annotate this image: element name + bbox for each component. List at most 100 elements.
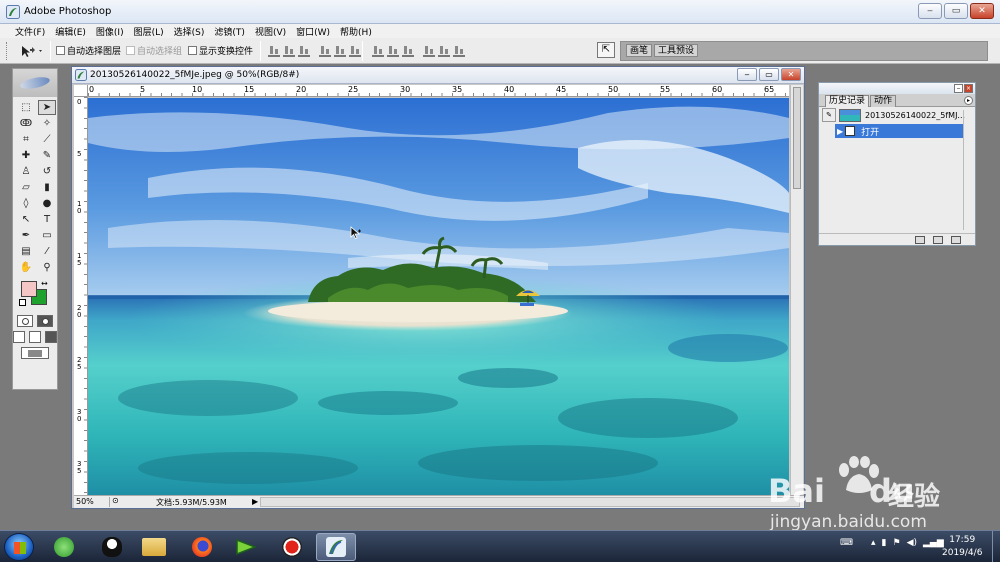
magic-wand-icon[interactable]: ✧ xyxy=(38,116,56,131)
clone-stamp-icon[interactable]: ♙ xyxy=(17,164,35,179)
crop-icon[interactable]: ⌗ xyxy=(17,132,35,147)
taskbar-app-qq[interactable] xyxy=(92,533,132,561)
tab-history[interactable]: 历史记录 xyxy=(825,95,870,107)
align-bottom-icon[interactable] xyxy=(298,43,310,57)
menu-layer[interactable]: 图层(L) xyxy=(129,24,169,38)
signal-icon[interactable]: ▂▄▆ xyxy=(923,538,944,548)
history-brush-source-icon[interactable]: ✎ xyxy=(822,108,836,122)
new-document-from-state-icon[interactable] xyxy=(915,236,925,244)
close-button[interactable]: ✕ xyxy=(970,3,994,19)
keyboard-icon[interactable]: ⌨ xyxy=(840,538,853,548)
hand-icon[interactable]: ✋ xyxy=(17,260,35,275)
show-transform-checkbox[interactable] xyxy=(188,46,197,55)
align-left-icon[interactable] xyxy=(319,43,331,57)
history-state-open[interactable]: ▶ 打开 xyxy=(835,124,963,138)
distribute-hcenter-icon[interactable] xyxy=(438,43,450,57)
history-scrollbar[interactable] xyxy=(963,110,973,230)
distribute-vcenter-icon[interactable] xyxy=(387,43,399,57)
healing-brush-icon[interactable]: ✚ xyxy=(17,148,35,163)
shape-icon[interactable]: ▭ xyxy=(38,228,56,243)
default-colors-icon[interactable] xyxy=(19,299,26,306)
move-tool-icon[interactable]: ➤ xyxy=(38,100,56,115)
new-snapshot-icon[interactable] xyxy=(933,236,943,244)
standard-mode-button[interactable] xyxy=(17,315,33,327)
image-canvas[interactable] xyxy=(88,98,789,495)
palette-menu-icon[interactable]: ▸ xyxy=(964,96,973,105)
screen-mode-full-menu-button[interactable] xyxy=(29,331,41,343)
pen-icon[interactable]: ✒ xyxy=(17,228,35,243)
history-snapshot[interactable]: ✎ 20130526140022_5fMJ... xyxy=(819,107,975,123)
doc-close-button[interactable]: ✕ xyxy=(781,68,801,81)
menu-window[interactable]: 窗口(W) xyxy=(291,24,335,38)
horizontal-ruler[interactable]: 0 5 10 15 20 25 30 35 40 45 50 55 60 65 xyxy=(88,85,789,97)
slice-icon[interactable]: ⟋ xyxy=(38,132,56,147)
history-palette-titlebar[interactable]: ‒ × xyxy=(819,83,975,94)
volume-icon[interactable]: ◀) xyxy=(907,538,917,548)
doc-maximize-button[interactable]: ▭ xyxy=(759,68,779,81)
menu-view[interactable]: 视图(V) xyxy=(250,24,291,38)
taskbar-app-recorder[interactable] xyxy=(272,533,312,561)
well-tab-tool-presets[interactable]: 工具预设 xyxy=(654,44,699,57)
gradient-icon[interactable]: ▮ xyxy=(38,180,56,195)
status-menu-arrow-icon[interactable]: ▶ xyxy=(252,497,258,506)
screen-mode-standard-button[interactable] xyxy=(13,331,25,343)
tab-actions[interactable]: 动作 xyxy=(870,95,897,107)
document-title-bar[interactable]: 20130526140022_5fMJe.jpeg @ 50%(RGB/8#) … xyxy=(72,67,804,84)
path-select-icon[interactable]: ↖ xyxy=(17,212,35,227)
horizontal-scrollbar[interactable] xyxy=(260,497,800,507)
file-browser-button[interactable]: ⇱ xyxy=(597,42,615,58)
taskbar-app-360[interactable] xyxy=(44,533,84,561)
well-tab-brushes[interactable]: 画笔 xyxy=(626,44,653,57)
start-button[interactable] xyxy=(4,533,34,561)
tray-expand-icon[interactable]: ▴ xyxy=(871,538,876,548)
menu-filter[interactable]: 滤镜(T) xyxy=(209,24,250,38)
notes-icon[interactable]: ▤ xyxy=(17,244,35,259)
align-vcenter-icon[interactable] xyxy=(283,43,295,57)
distribute-top-icon[interactable] xyxy=(372,43,384,57)
lasso-icon[interactable]: ↂ xyxy=(17,116,35,131)
palette-close-button[interactable]: × xyxy=(964,84,973,93)
eyedropper-icon[interactable]: ⁄ xyxy=(38,244,56,259)
maximize-button[interactable]: ▭ xyxy=(944,3,968,19)
zoom-menu-icon[interactable]: ⊙ xyxy=(112,496,119,505)
menu-help[interactable]: 帮助(H) xyxy=(335,24,377,38)
taskbar-app-camtasia[interactable] xyxy=(226,533,266,561)
dodge-icon[interactable]: ● xyxy=(38,196,56,211)
distribute-right-icon[interactable] xyxy=(453,43,465,57)
zoom-icon[interactable]: ⚲ xyxy=(38,260,56,275)
show-transform-option[interactable]: 显示变换控件 xyxy=(188,44,253,57)
minimize-button[interactable]: ‒ xyxy=(918,3,942,19)
taskbar-clock[interactable]: 17:59 2019/4/6 xyxy=(942,534,982,560)
auto-select-layer-option[interactable]: 自动选择图层 xyxy=(56,44,121,57)
distribute-left-icon[interactable] xyxy=(423,43,435,57)
zoom-field[interactable]: 50% xyxy=(76,497,110,507)
marquee-icon[interactable]: ⬚ xyxy=(17,100,35,115)
tool-preset-picker[interactable] xyxy=(18,43,46,59)
quickmask-mode-button[interactable] xyxy=(37,315,53,327)
vertical-scroll-thumb[interactable] xyxy=(793,87,801,189)
trash-icon[interactable] xyxy=(951,236,961,244)
foreground-color-swatch[interactable] xyxy=(21,281,37,297)
taskbar-app-firefox[interactable] xyxy=(182,533,222,561)
blur-icon[interactable]: ◊ xyxy=(17,196,35,211)
align-top-icon[interactable] xyxy=(268,43,280,57)
brush-icon[interactable]: ✎ xyxy=(38,148,56,163)
menu-edit[interactable]: 编辑(E) xyxy=(50,24,91,38)
taskbar-app-photoshop[interactable] xyxy=(316,533,356,561)
eraser-icon[interactable]: ▱ xyxy=(17,180,35,195)
toolbox-header[interactable] xyxy=(13,69,57,97)
network-icon[interactable]: ⚑ xyxy=(892,538,900,548)
align-hcenter-icon[interactable] xyxy=(334,43,346,57)
history-brush-icon[interactable]: ↺ xyxy=(38,164,56,179)
auto-select-layer-checkbox[interactable] xyxy=(56,46,65,55)
vertical-scrollbar[interactable] xyxy=(790,85,803,495)
swap-colors-icon[interactable]: ↔ xyxy=(41,279,48,288)
battery-icon[interactable]: ▮ xyxy=(882,538,887,548)
menu-image[interactable]: 图像(I) xyxy=(91,24,129,38)
palette-minimize-button[interactable]: ‒ xyxy=(954,84,963,93)
doc-minimize-button[interactable]: ‒ xyxy=(737,68,757,81)
ruler-origin[interactable] xyxy=(74,85,88,97)
taskbar-app-explorer[interactable] xyxy=(134,533,174,561)
distribute-bottom-icon[interactable] xyxy=(402,43,414,57)
screen-mode-full-button[interactable] xyxy=(45,331,57,343)
